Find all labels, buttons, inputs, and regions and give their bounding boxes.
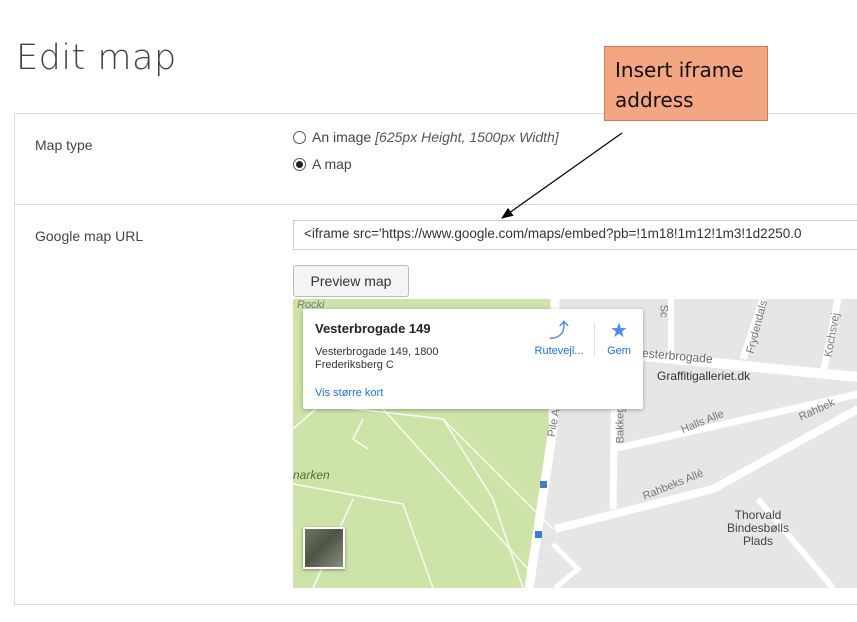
radio-map-label: A map [312,156,352,172]
map-type-label: Map type [35,137,93,153]
preview-map-button[interactable]: Preview map [293,265,409,297]
larger-map-link[interactable]: Vis større kort [315,387,383,399]
page-title: Edit map [16,38,177,78]
address-line-2: Frederiksberg C [315,359,394,371]
address-line-1: Vesterbrogade 149, 1800 [315,346,439,358]
google-map-url-label: Google map URL [35,228,144,244]
place-name: Vesterbrogade 149 [315,321,431,336]
map-label-poi: Thorvald Bindesbølls Plads [713,509,803,548]
action-divider [594,323,595,357]
place-address: Vesterbrogade 149, 1800 Frederiksberg C [315,346,465,372]
directions-button[interactable]: ⤴ Rutevejl... [529,321,589,357]
radio-map[interactable] [293,157,306,171]
place-info-card: Vesterbrogade 149 Vesterbrogade 149, 180… [303,309,643,409]
google-map-url-input[interactable]: <iframe src='https://www.google.com/maps… [293,220,857,250]
save-place-button[interactable]: ★ Gem [599,321,639,357]
directions-icon: ⤴ [549,320,569,342]
map-preview[interactable]: Rocki Sc Frydendals Kochsvej esterbrogad… [293,299,857,588]
satellite-view-toggle[interactable] [303,527,345,569]
form-panel: Map type An image [625px Height, 1500px … [14,113,857,605]
map-type-option-image[interactable]: An image [625px Height, 1500px Width] [293,129,559,145]
map-type-option-map[interactable]: A map [293,156,352,172]
poi-line-3: Plads [742,534,774,548]
callout-line-2: address [615,88,694,112]
radio-image-hint: [625px Height, 1500px Width] [375,129,559,145]
map-label-gallery: Graffitigalleriet.dk [657,369,751,383]
map-label-bakkeg: Bakkeg [614,406,627,444]
radio-image[interactable] [293,130,306,144]
map-label-park: narken [293,468,330,482]
annotation-callout: Insert iframe address [604,46,768,121]
directions-label: Rutevejl... [534,345,584,357]
star-icon: ★ [610,320,628,342]
radio-image-label: An image [312,129,372,145]
row-divider [15,204,857,205]
callout-line-1: Insert iframe [615,58,744,82]
map-label-sc: Sc [657,304,670,318]
save-label: Gem [607,345,631,357]
